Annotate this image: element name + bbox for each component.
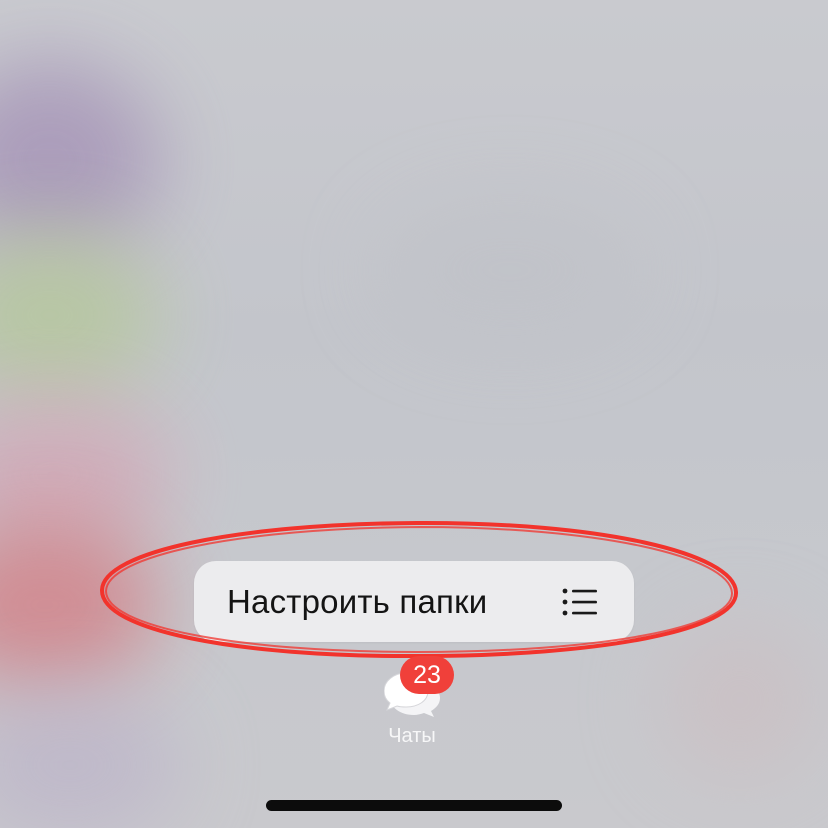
background-blur-mid bbox=[380, 200, 640, 340]
unread-count-badge: 23 bbox=[400, 656, 454, 694]
background-blur-lilac bbox=[0, 690, 180, 828]
home-indicator[interactable] bbox=[266, 800, 562, 811]
background-blur-right bbox=[660, 620, 820, 780]
list-icon bbox=[562, 588, 597, 615]
tab-chats-label: Чаты bbox=[388, 725, 436, 747]
tab-chats[interactable]: 23 Чаты bbox=[362, 655, 462, 750]
background-blur-green bbox=[0, 230, 160, 400]
background-blur-purple bbox=[0, 60, 160, 260]
context-menu-configure-folders[interactable]: Настроить папки bbox=[194, 561, 634, 642]
context-menu-item-label: Настроить папки bbox=[227, 582, 488, 620]
background-blur-red bbox=[0, 520, 160, 690]
